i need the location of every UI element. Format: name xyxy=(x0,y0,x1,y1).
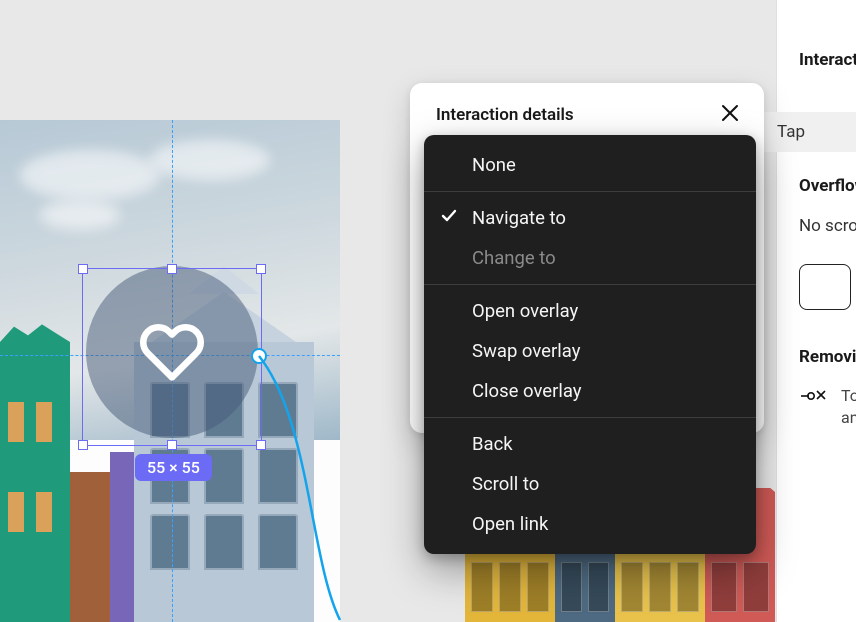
building xyxy=(0,342,70,622)
sidebar-button[interactable] xyxy=(799,264,851,310)
design-canvas[interactable]: 55 × 55 Interaction xyxy=(0,0,856,622)
selected-layer-favorite-button[interactable] xyxy=(86,266,258,438)
building xyxy=(70,472,110,622)
dropdown-item-label: Back xyxy=(472,433,513,455)
remove-connection-header: Removing a connection xyxy=(799,347,856,367)
properties-sidebar: Interactions Tap Overflow No scrolling R… xyxy=(776,0,856,622)
dropdown-item-swap-overlay[interactable]: Swap overlay xyxy=(424,331,756,371)
selection-dimensions-badge: 55 × 55 xyxy=(135,454,212,481)
interactions-section-header: Interactions xyxy=(799,50,856,70)
dropdown-item-scroll-to[interactable]: Scroll to xyxy=(424,464,756,504)
action-type-dropdown: None Navigate to Change to Open overlay … xyxy=(424,135,756,554)
dropdown-separator xyxy=(424,417,756,418)
decorative-cloud xyxy=(40,200,120,230)
dropdown-item-open-link[interactable]: Open link xyxy=(424,504,756,544)
overflow-section-header: Overflow xyxy=(799,176,856,196)
dropdown-item-label: Open overlay xyxy=(472,300,578,322)
dropdown-item-navigate-to[interactable]: Navigate to xyxy=(424,198,756,238)
decorative-cloud xyxy=(20,150,160,200)
dropdown-item-label: None xyxy=(472,154,516,176)
dropdown-item-label: Open link xyxy=(472,513,548,535)
popover-title: Interaction details xyxy=(436,105,574,125)
dropdown-item-close-overlay[interactable]: Close overlay xyxy=(424,371,756,411)
overflow-value[interactable]: No scrolling xyxy=(799,216,856,236)
dropdown-item-label: Change to xyxy=(472,247,556,269)
dropdown-item-open-overlay[interactable]: Open overlay xyxy=(424,291,756,331)
dropdown-item-label: Close overlay xyxy=(472,380,582,402)
dropdown-item-back[interactable]: Back xyxy=(424,424,756,464)
dropdown-item-change-to: Change to xyxy=(424,238,756,278)
interaction-trigger-row[interactable]: Tap xyxy=(755,112,856,152)
dropdown-item-none[interactable]: None xyxy=(424,145,756,185)
prototype-connection-handle[interactable] xyxy=(251,348,267,364)
dropdown-separator xyxy=(424,191,756,192)
dropdown-item-label: Swap overlay xyxy=(472,340,580,362)
remove-connection-help-text: To delete a connection, click and drag e… xyxy=(841,385,856,430)
remove-connection-icon xyxy=(799,385,827,411)
close-icon xyxy=(721,104,739,126)
decorative-cloud xyxy=(150,140,270,180)
dropdown-item-label: Scroll to xyxy=(472,473,539,495)
check-icon xyxy=(440,207,458,230)
dropdown-item-label: Navigate to xyxy=(472,207,566,229)
dropdown-separator xyxy=(424,284,756,285)
heart-icon xyxy=(139,319,205,385)
close-button[interactable] xyxy=(716,101,744,129)
building xyxy=(110,452,134,622)
